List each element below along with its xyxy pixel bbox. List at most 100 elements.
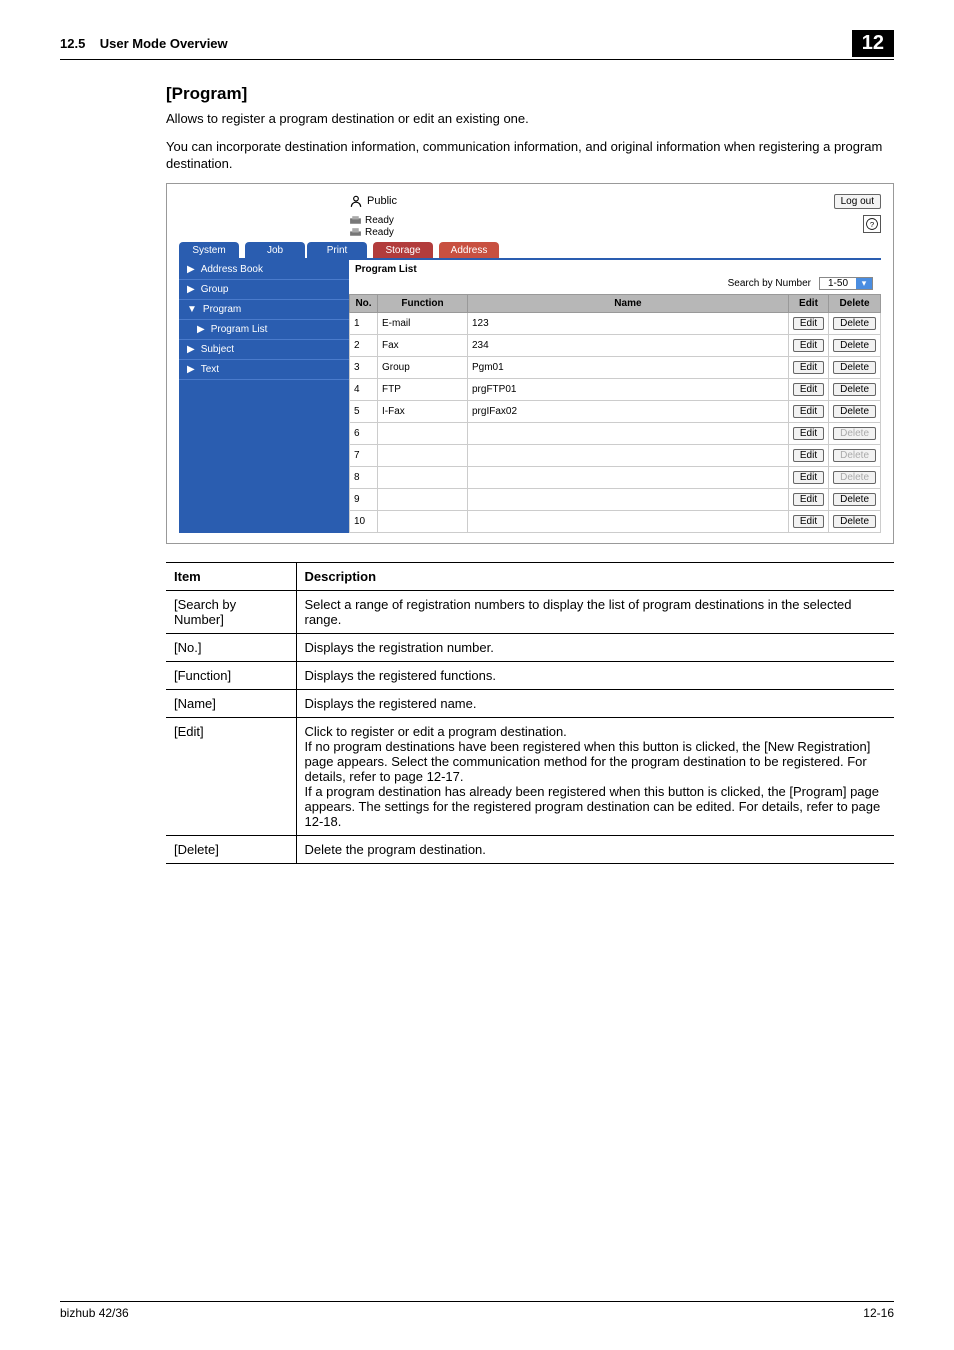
edit-button[interactable]: Edit xyxy=(793,449,824,462)
intro-para-1: Allows to register a program destination… xyxy=(166,110,894,128)
table-row: [Function]Displays the registered functi… xyxy=(166,661,894,689)
person-icon xyxy=(349,194,363,208)
scanner-icon xyxy=(349,227,362,238)
tab-print[interactable]: Print xyxy=(307,242,367,258)
desc-text: Displays the registered functions. xyxy=(296,661,894,689)
edit-button[interactable]: Edit xyxy=(793,361,824,374)
footer-model: bizhub 42/36 xyxy=(60,1306,129,1320)
sidebar-item-subject[interactable]: ▶ Subject xyxy=(179,340,349,360)
table-row: 8EditDelete xyxy=(350,466,881,488)
help-icon[interactable]: ? xyxy=(863,215,881,233)
desc-head-item: Item xyxy=(166,562,296,590)
table-row: 9 Edit Delete xyxy=(350,488,881,510)
sidebar-item-address-book[interactable]: ▶ Address Book xyxy=(179,260,349,280)
cell-function: E-mail xyxy=(378,312,468,334)
cell-function xyxy=(378,488,468,510)
header-title: User Mode Overview xyxy=(100,36,228,51)
desc-item: [Delete] xyxy=(166,835,296,863)
section-title: [Program] xyxy=(166,84,894,104)
cell-name xyxy=(468,488,789,510)
cell-name: prgIFax02 xyxy=(468,400,789,422)
search-by-number-select[interactable]: 1-50 ▾ xyxy=(819,277,873,290)
desc-text: Click to register or edit a program dest… xyxy=(296,717,894,835)
sidebar-item-group[interactable]: ▶ Group xyxy=(179,280,349,300)
tab-storage[interactable]: Storage xyxy=(373,242,433,258)
tab-system[interactable]: System xyxy=(179,242,239,258)
col-name: Name xyxy=(468,294,789,312)
public-user-label: Public xyxy=(349,194,397,208)
edit-button[interactable]: Edit xyxy=(793,339,824,352)
col-edit: Edit xyxy=(788,294,828,312)
delete-button[interactable]: Delete xyxy=(833,383,876,396)
delete-button[interactable]: Delete xyxy=(833,339,876,352)
col-delete: Delete xyxy=(829,294,881,312)
edit-button[interactable]: Edit xyxy=(793,471,824,484)
printer-icon xyxy=(349,215,362,226)
cell-name: prgFTP01 xyxy=(468,378,789,400)
table-row: 10EditDelete xyxy=(350,510,881,532)
table-row: [Edit]Click to register or edit a progra… xyxy=(166,717,894,835)
main-panel-title: Program List xyxy=(349,260,881,275)
sidebar-item-program[interactable]: ▼ Program xyxy=(179,300,349,320)
desc-text: Select a range of registration numbers t… xyxy=(296,590,894,633)
cell-function: Fax xyxy=(378,334,468,356)
table-row: 3GroupPgm01EditDelete xyxy=(350,356,881,378)
delete-button: Delete xyxy=(833,449,876,462)
cell-function xyxy=(378,422,468,444)
desc-head-desc: Description xyxy=(296,562,894,590)
delete-button[interactable]: Delete xyxy=(833,405,876,418)
delete-button[interactable]: Delete xyxy=(833,317,876,330)
edit-button[interactable]: Edit xyxy=(793,317,824,330)
table-row: [No.]Displays the registration number. xyxy=(166,633,894,661)
sidebar-item-text[interactable]: ▶ Text xyxy=(179,360,349,380)
tab-job[interactable]: Job xyxy=(245,242,305,258)
logout-button[interactable]: Log out xyxy=(834,194,881,209)
status-ready-2: Ready xyxy=(349,227,394,238)
edit-button[interactable]: Edit xyxy=(793,383,824,396)
chevron-down-icon: ▾ xyxy=(856,278,872,289)
cell-no: 3 xyxy=(350,356,378,378)
table-row: 2Fax234EditDelete xyxy=(350,334,881,356)
delete-button[interactable]: Delete xyxy=(833,493,876,506)
description-table: Item Description [Search by Number]Selec… xyxy=(166,562,894,864)
delete-button[interactable]: Delete xyxy=(833,361,876,374)
sidebar: ▶ Address Book ▶ Group ▼ Program ▶ Progr… xyxy=(179,260,349,533)
header-section-title: 12.5 User Mode Overview xyxy=(60,36,228,51)
chapter-badge: 12 xyxy=(852,30,894,57)
desc-text: Displays the registration number. xyxy=(296,633,894,661)
sidebar-item-program-list[interactable]: ▶ Program List xyxy=(179,320,349,340)
delete-button: Delete xyxy=(833,427,876,440)
edit-button[interactable]: Edit xyxy=(793,427,824,440)
cell-function xyxy=(378,510,468,532)
edit-button[interactable]: Edit xyxy=(793,493,824,506)
tab-address[interactable]: Address xyxy=(439,242,499,258)
cell-name: 234 xyxy=(468,334,789,356)
table-row: [Name]Displays the registered name. xyxy=(166,689,894,717)
cell-function: Group xyxy=(378,356,468,378)
delete-button: Delete xyxy=(833,471,876,484)
desc-text: Delete the program destination. xyxy=(296,835,894,863)
page-header: 12.5 User Mode Overview 12 xyxy=(60,30,894,60)
edit-button[interactable]: Edit xyxy=(793,405,824,418)
cell-no: 6 xyxy=(350,422,378,444)
table-row: 4FTPprgFTP01 Edit Delete xyxy=(350,378,881,400)
svg-text:?: ? xyxy=(870,220,875,229)
cell-function xyxy=(378,466,468,488)
desc-item: [Search by Number] xyxy=(166,590,296,633)
embedded-screenshot: Public Log out Ready Ready xyxy=(166,183,894,544)
intro-para-2: You can incorporate destination informat… xyxy=(166,138,894,173)
table-row: 7 Edit Delete xyxy=(350,444,881,466)
table-row: [Search by Number]Select a range of regi… xyxy=(166,590,894,633)
desc-item: [Function] xyxy=(166,661,296,689)
delete-button[interactable]: Delete xyxy=(833,515,876,528)
cell-function xyxy=(378,444,468,466)
cell-no: 4 xyxy=(350,378,378,400)
col-function: Function xyxy=(378,294,468,312)
edit-button[interactable]: Edit xyxy=(793,515,824,528)
cell-function: FTP xyxy=(378,378,468,400)
cell-no: 1 xyxy=(350,312,378,334)
cell-no: 7 xyxy=(350,444,378,466)
page-footer: bizhub 42/36 12-16 xyxy=(60,1301,894,1320)
table-row: 5I-FaxprgIFax02EditDelete xyxy=(350,400,881,422)
cell-no: 9 xyxy=(350,488,378,510)
